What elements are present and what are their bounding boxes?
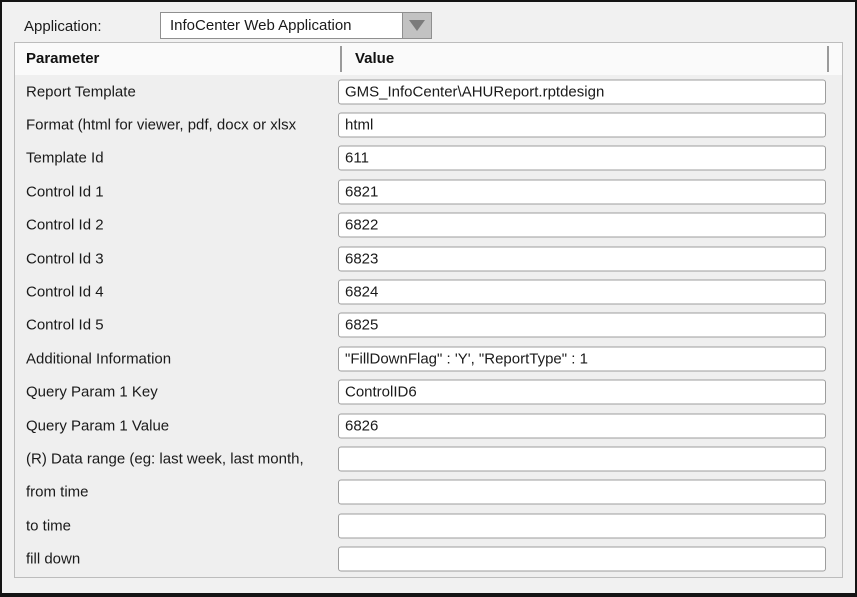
parameter-label: Control Id 3 [26,250,104,267]
value-input[interactable] [338,346,826,371]
column-divider [340,46,342,72]
table-row: Query Param 1 Value [15,409,842,442]
value-input[interactable] [338,480,826,505]
parameter-label: to time [26,517,71,534]
parameter-editor-panel: Application: InfoCenter Web Application … [0,0,857,597]
application-dropdown[interactable]: InfoCenter Web Application [160,12,432,39]
parameter-label: Additional Information [26,350,171,367]
value-input[interactable] [338,146,826,171]
table-row: Query Param 1 Key [15,376,842,409]
parameter-label: Control Id 5 [26,317,104,334]
parameter-table: Parameter Value Report Template Format (… [14,42,843,578]
table-row: Report Template [15,75,842,108]
value-input[interactable] [338,280,826,305]
table-row: Control Id 4 [15,275,842,308]
table-row: Control Id 1 [15,175,842,208]
parameter-label: Control Id 2 [26,217,104,234]
parameter-label: Control Id 4 [26,284,104,301]
parameter-label: Template Id [26,150,104,167]
application-dropdown-button[interactable] [402,12,432,39]
parameter-label: Report Template [26,83,136,100]
value-input[interactable] [338,213,826,238]
column-header-parameter: Parameter [26,43,99,75]
parameter-table-body: Report Template Format (html for viewer,… [15,75,842,576]
value-input[interactable] [338,413,826,438]
parameter-label: Control Id 1 [26,183,104,200]
value-input[interactable] [338,246,826,271]
table-row: Additional Information [15,342,842,375]
column-header-value: Value [355,43,394,75]
table-row: Template Id [15,142,842,175]
value-input[interactable] [338,313,826,338]
value-input[interactable] [338,513,826,538]
value-input[interactable] [338,179,826,204]
value-input[interactable] [338,547,826,572]
dropdown-arrow-icon [409,20,425,31]
parameter-label: Query Param 1 Key [26,384,158,401]
application-label: Application: [24,13,102,40]
table-header: Parameter Value [15,43,842,75]
parameter-label: (R) Data range (eg: last week, last mont… [26,450,304,467]
table-row: Control Id 5 [15,309,842,342]
table-row: (R) Data range (eg: last week, last mont… [15,442,842,475]
value-input[interactable] [338,113,826,138]
parameter-label: from time [26,484,89,501]
parameter-label: Query Param 1 Value [26,417,169,434]
table-row: to time [15,509,842,542]
table-row: Control Id 2 [15,209,842,242]
table-row: Format (html for viewer, pdf, docx or xl… [15,108,842,141]
table-row: Control Id 3 [15,242,842,275]
column-divider [827,46,829,72]
value-input[interactable] [338,446,826,471]
table-row: fill down [15,542,842,575]
value-input[interactable] [338,79,826,104]
table-row: from time [15,476,842,509]
parameter-label: Format (html for viewer, pdf, docx or xl… [26,117,296,134]
application-dropdown-value[interactable]: InfoCenter Web Application [160,12,403,39]
parameter-label: fill down [26,551,80,568]
value-input[interactable] [338,380,826,405]
